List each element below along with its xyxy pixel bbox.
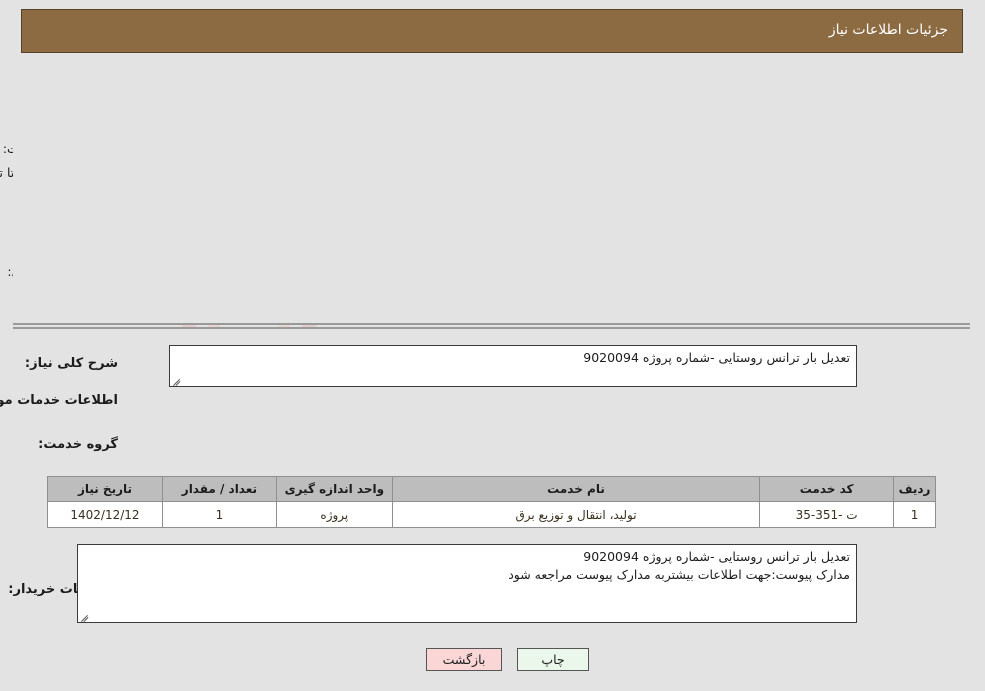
cell-unit: پروژه <box>276 501 394 528</box>
cell-quantity: 1 <box>162 501 278 528</box>
resize-grip-icon[interactable] <box>173 375 183 386</box>
cell-code: ت -351-35 <box>760 501 896 528</box>
general-desc-label: شرح کلی نیاز: <box>25 356 119 371</box>
buyer-notes-line-2: مدارک پیوست:جهت اطلاعات بیشتربه مدارک پی… <box>509 567 851 583</box>
summary-panel <box>14 64 971 325</box>
print-button[interactable]: چاپ <box>518 648 590 671</box>
back-button[interactable]: بازگشت <box>427 648 503 671</box>
buyer-notes-line-1: تعدیل بار ترانس روستایی -شماره پروژه 902… <box>584 549 851 564</box>
col-header-date: تاریخ نیاز <box>48 476 164 502</box>
cell-name: تولید، انتقال و توزیع برق <box>392 501 762 528</box>
general-desc-textarea[interactable]: تعدیل بار ترانس روستایی -شماره پروژه 902… <box>170 345 858 387</box>
resize-grip-icon[interactable] <box>81 611 91 622</box>
cell-radif: 1 <box>894 501 937 528</box>
page-header: جزئیات اطلاعات نیاز <box>22 9 964 53</box>
table-row: 1 ت -351-35 تولید، انتقال و توزیع برق پر… <box>48 501 937 528</box>
col-header-code: کد خدمت <box>760 476 896 502</box>
page-title: جزئیات اطلاعات نیاز <box>829 22 949 38</box>
services-table: ردیف کد خدمت نام خدمت واحد اندازه گیری ت… <box>48 476 937 528</box>
service-group-label: گروه خدمت: <box>39 437 119 452</box>
col-header-name: نام خدمت <box>392 476 762 502</box>
table-header-row: ردیف کد خدمت نام خدمت واحد اندازه گیری ت… <box>48 476 937 502</box>
page-root: AriaTender.net جزئیات اطلاعات نیاز شماره… <box>0 0 985 691</box>
col-header-unit: واحد اندازه گیری <box>276 476 394 502</box>
col-header-quantity: تعداد / مقدار <box>162 476 278 502</box>
buyer-notes-textarea[interactable]: تعدیل بار ترانس روستایی -شماره پروژه 902… <box>78 544 858 623</box>
services-heading: اطلاعات خدمات مورد نیاز <box>0 393 119 408</box>
cell-date: 1402/12/12 <box>48 501 164 528</box>
general-desc-value: تعدیل بار ترانس روستایی -شماره پروژه 902… <box>584 350 851 365</box>
col-header-radif: ردیف <box>894 476 937 502</box>
